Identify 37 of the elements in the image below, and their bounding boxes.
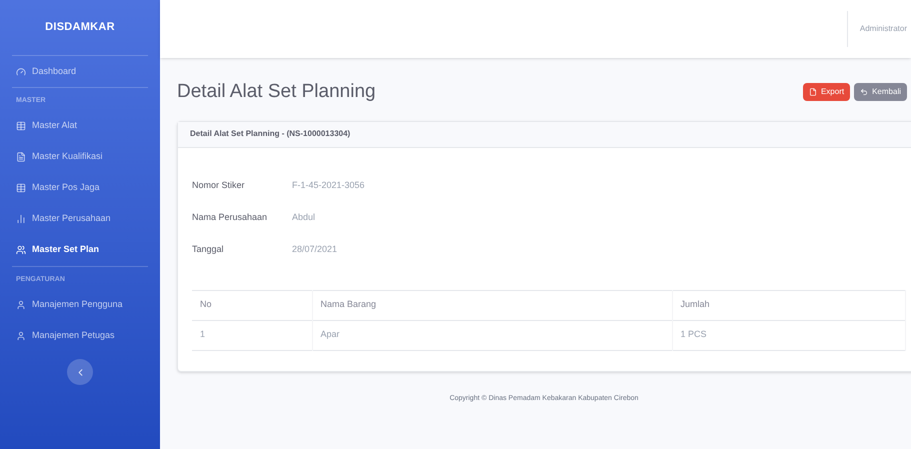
column-header: Jumlah <box>672 290 906 320</box>
user-icon <box>16 300 26 310</box>
sidebar-item[interactable]: Master Set Plan <box>12 234 148 266</box>
bar-chart-icon <box>16 214 26 224</box>
sidebar-item[interactable]: Manajemen Petugas <box>12 320 148 351</box>
page-title: Detail Alat Set Planning <box>177 80 376 104</box>
user-name[interactable]: Administrator <box>860 23 907 35</box>
column-header: No <box>192 290 312 320</box>
table-icon <box>16 121 26 131</box>
sidebar-item[interactable]: Master Pos Jaga <box>12 172 148 204</box>
sidebar-item[interactable]: Dashboard <box>12 56 148 87</box>
table-cell: Apar <box>312 320 672 350</box>
field-value: F-1-45-2021-3056 <box>292 178 365 192</box>
field-value: 28/07/2021 <box>292 242 338 256</box>
sidebar-toggle-button[interactable] <box>67 359 93 385</box>
gauge-icon <box>16 66 26 76</box>
sidebar-item[interactable]: Master Alat <box>12 110 148 142</box>
sidebar-item[interactable]: Manajemen Pengguna <box>12 289 148 320</box>
card-title: Detail Alat Set Planning - (NS-1000013304) <box>190 128 350 140</box>
table-cell: 1 <box>192 320 312 350</box>
field-value: Abdul <box>292 210 316 224</box>
undo-icon <box>860 88 868 96</box>
file-icon <box>808 88 817 96</box>
brand-name[interactable]: DISDAMKAR <box>45 19 115 36</box>
sidebar-item[interactable]: Master Kualifikasi <box>12 142 148 172</box>
sidebar-item[interactable]: Master Perusahaan <box>12 204 148 234</box>
document-icon <box>16 152 26 162</box>
action-button[interactable]: Export <box>802 83 850 102</box>
field-label: Tanggal <box>192 242 225 256</box>
users-icon <box>16 245 26 255</box>
column-header: Nama Barang <box>312 290 672 320</box>
field-label: Nomor Stiker <box>192 178 246 192</box>
table-cell: 1 PCS <box>672 320 906 350</box>
field-label: Nama Perusahaan <box>192 210 268 224</box>
user-icon <box>16 330 26 340</box>
action-button[interactable]: Kembali <box>854 83 907 102</box>
table-icon <box>16 183 26 193</box>
